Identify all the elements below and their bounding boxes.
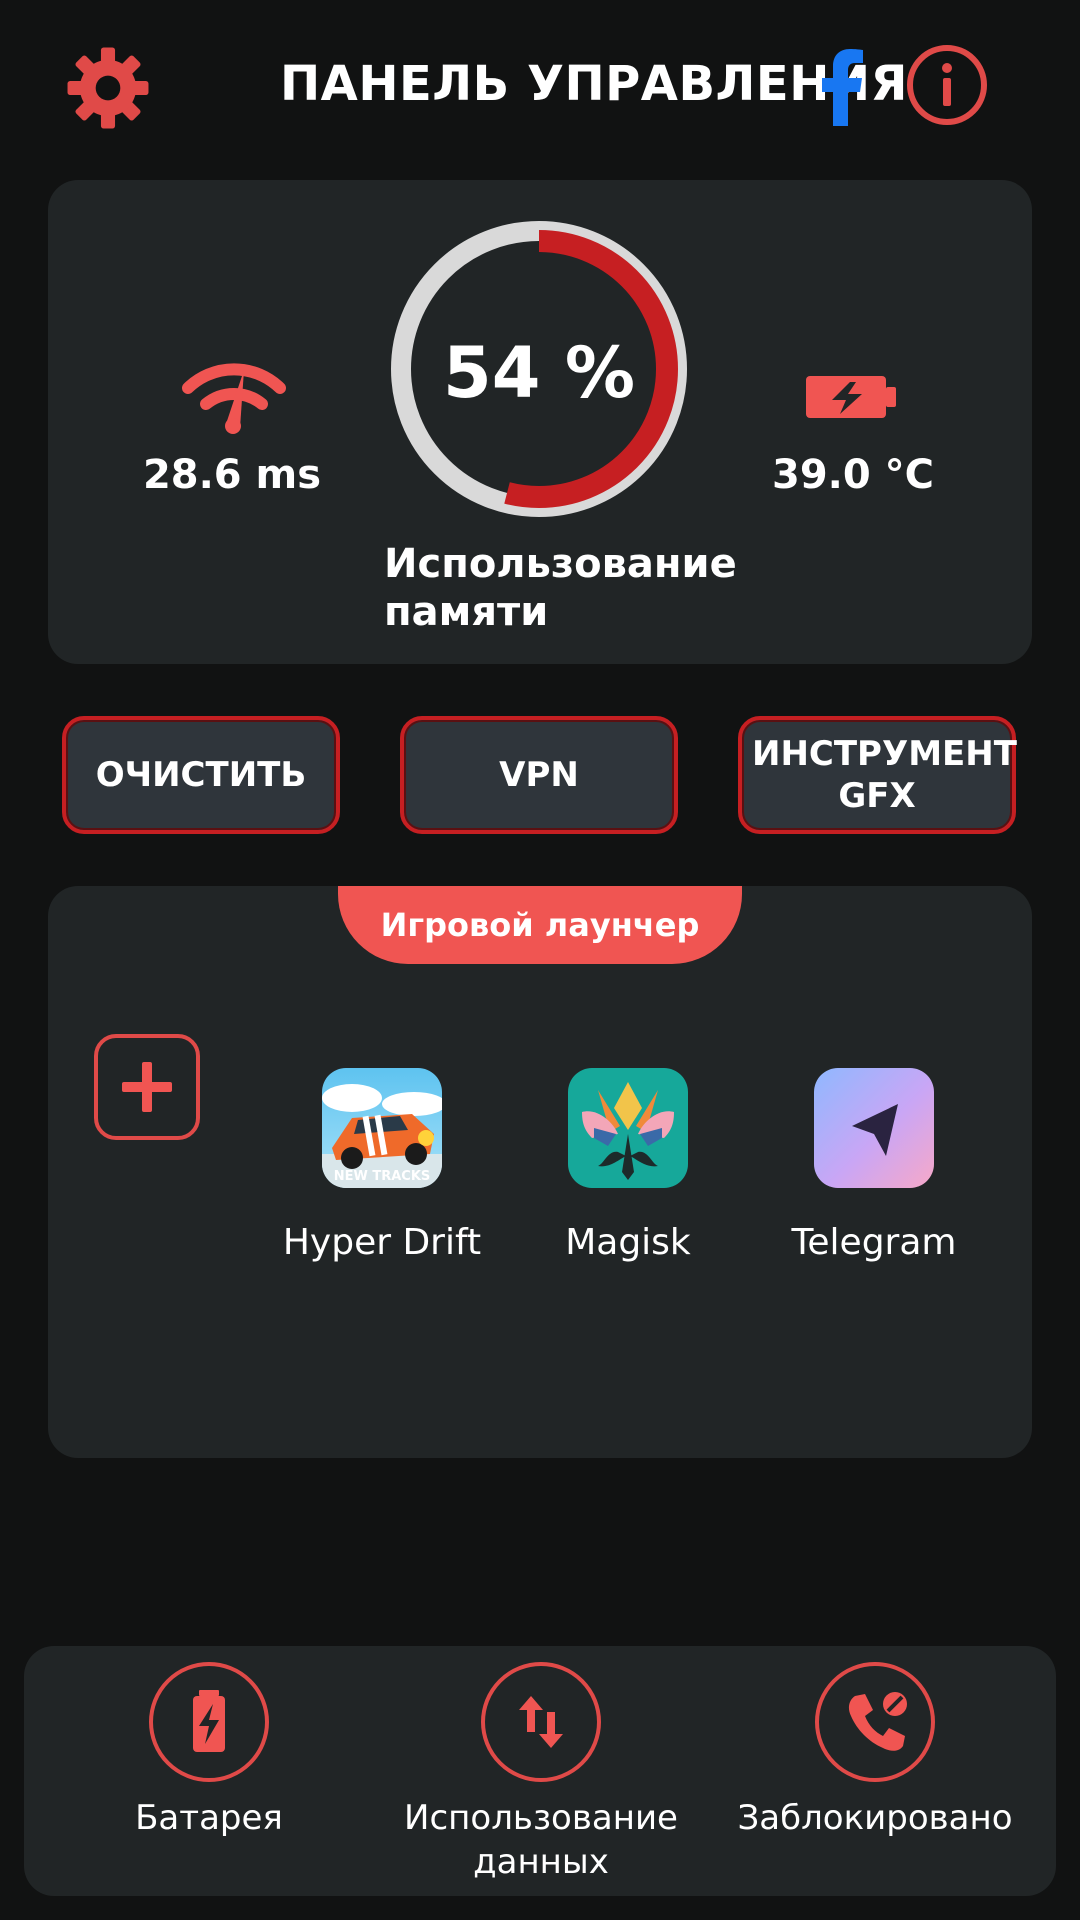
signal-speed-icon (182, 363, 286, 434)
nav-battery-label: Батарея (135, 1798, 283, 1838)
page-title: ПАНЕЛЬ УПРАВЛЕНИЯ (280, 56, 908, 112)
telegram-app-icon (814, 1068, 934, 1188)
nav-battery[interactable]: Батарея (44, 1662, 374, 1840)
ping-value: 28.6 ms (142, 452, 322, 498)
vpn-button[interactable]: VPN (400, 716, 678, 834)
temperature-value: 39.0 °C (772, 452, 934, 498)
gear-icon (67, 47, 149, 129)
vpn-button-label: VPN (499, 755, 579, 795)
add-app-button[interactable] (94, 1034, 200, 1140)
gfx-tool-button-label: ИНСТРУМЕНТ GFX (752, 734, 1017, 816)
nav-blocked[interactable]: Заблокировано (710, 1662, 1040, 1840)
bottom-navigation: Батарея Использование данных Заблокирова… (24, 1646, 1056, 1896)
memory-usage-value: 54 % (443, 332, 635, 414)
app-hyper-drift[interactable]: NEW TRACKS Hyper Drift (262, 1068, 502, 1263)
system-stats-card: 28.6 ms 54 % Использование памяти 39.0 °… (48, 180, 1032, 664)
nav-data-usage[interactable]: Использование данных (376, 1662, 706, 1884)
app-label: Telegram (791, 1222, 957, 1263)
app-label: Magisk (565, 1222, 691, 1263)
game-launcher-title: Игровой лаунчер (338, 886, 742, 964)
blocked-call-icon (815, 1662, 935, 1782)
clean-button[interactable]: ОЧИСТИТЬ (62, 716, 340, 834)
info-button[interactable] (906, 44, 988, 126)
plus-icon (122, 1062, 172, 1112)
battery-icon (149, 1662, 269, 1782)
info-icon (907, 45, 987, 125)
gfx-tool-button[interactable]: ИНСТРУМЕНТ GFX (738, 716, 1017, 834)
nav-data-usage-label: Использование данных (404, 1798, 678, 1882)
hyper-drift-badge: NEW TRACKS (334, 1169, 431, 1184)
clean-button-label: ОЧИСТИТЬ (95, 755, 307, 795)
battery-charging-icon (806, 376, 896, 418)
control-panel-screen: ПАНЕЛЬ УПРАВЛЕНИЯ 28.6 ms 54 % Использов… (0, 0, 1080, 1920)
magisk-app-icon (568, 1068, 688, 1188)
nav-blocked-label: Заблокировано (737, 1798, 1013, 1838)
memory-usage-label: Использование памяти (384, 541, 737, 635)
game-launcher-card: Игровой лаунчер NEW TRACKS Hyper Drift M… (48, 886, 1032, 1458)
facebook-icon (822, 49, 863, 126)
data-transfer-icon (481, 1662, 601, 1782)
hyper-drift-app-icon: NEW TRACKS (322, 1068, 442, 1188)
settings-button[interactable] (64, 44, 152, 132)
header: ПАНЕЛЬ УПРАВЛЕНИЯ (0, 0, 1080, 170)
app-magisk[interactable]: Magisk (508, 1068, 748, 1263)
app-telegram[interactable]: Telegram (754, 1068, 994, 1263)
facebook-button[interactable] (818, 46, 866, 126)
app-label: Hyper Drift (282, 1222, 482, 1263)
